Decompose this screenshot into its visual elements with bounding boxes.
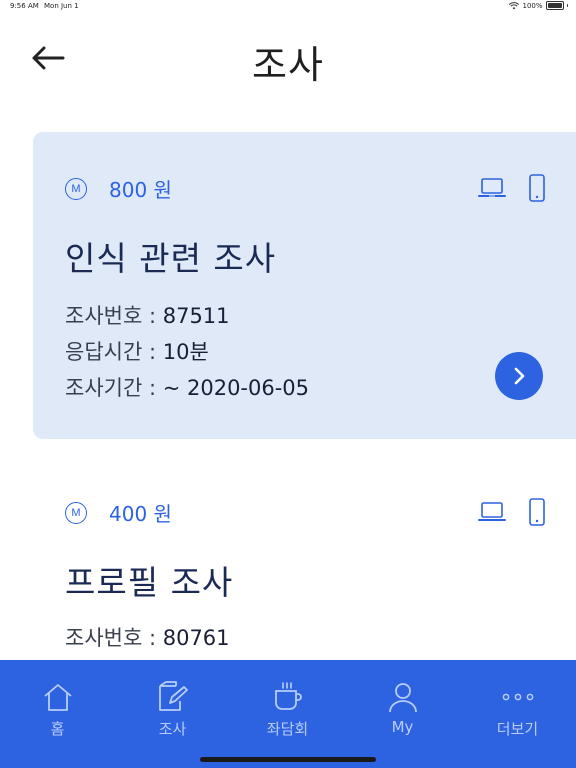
- survey-number-label: 조사번호 :: [65, 304, 163, 328]
- survey-card[interactable]: M 800 원 인식 관련 조사 조사번호 : 87511 응답시간 : 10분…: [33, 132, 576, 439]
- mobile-icon: [529, 174, 545, 202]
- survey-number-line: 조사번호 : 80761: [65, 622, 230, 652]
- tab-home[interactable]: 홈: [0, 660, 115, 750]
- survey-edit-icon: [158, 681, 188, 711]
- response-time-label: 응답시간 :: [65, 340, 163, 364]
- survey-number-value: 80761: [162, 626, 230, 650]
- tab-survey-label: 조사: [158, 720, 187, 738]
- survey-title: 프로필 조사: [65, 563, 234, 602]
- tab-roundtable[interactable]: 좌담회: [230, 660, 345, 750]
- status-bar: 9:56 AM Mon Jun 1 100%: [0, 0, 576, 14]
- page-title: 조사: [252, 43, 324, 87]
- reward-row: M 800 원: [65, 174, 172, 203]
- survey-title: 인식 관련 조사: [65, 239, 277, 278]
- survey-number-line: 조사번호 : 87511: [65, 300, 230, 330]
- survey-number-label: 조사번호 :: [65, 626, 163, 650]
- survey-period-value: ~ 2020-06-05: [162, 376, 310, 400]
- response-time-line: 응답시간 : 10분: [65, 336, 209, 366]
- person-icon: [388, 683, 417, 713]
- mobile-icon: [529, 498, 545, 526]
- go-survey-button[interactable]: [495, 352, 543, 400]
- reward-amount: 800 원: [109, 178, 172, 202]
- response-time-value: 10분: [162, 340, 209, 364]
- m-coin-icon: M: [65, 177, 87, 200]
- laptop-icon: [478, 502, 506, 521]
- tab-survey[interactable]: 조사: [115, 660, 230, 750]
- tab-more[interactable]: 더보기: [460, 660, 575, 750]
- device-icons: [478, 498, 546, 526]
- tab-my-label: My: [391, 718, 414, 736]
- battery-icon: [545, 1, 564, 10]
- tab-my[interactable]: My: [345, 660, 460, 750]
- reward-amount: 400 원: [109, 502, 172, 526]
- reward-row: M 400 원: [65, 498, 172, 527]
- status-date: Mon Jun 1: [44, 2, 79, 10]
- tab-home-label: 홈: [50, 720, 65, 738]
- status-right: 100%: [509, 1, 568, 10]
- coffee-cup-icon: [274, 682, 302, 710]
- survey-period-label: 조사기간 :: [65, 376, 163, 400]
- home-indicator: [200, 757, 376, 762]
- status-time: 9:56 AM: [10, 2, 39, 10]
- battery-nub: [566, 4, 568, 7]
- home-icon: [43, 684, 72, 711]
- battery-percent: 100%: [522, 1, 543, 10]
- laptop-icon: [478, 178, 506, 197]
- tab-more-label: 더보기: [496, 720, 539, 738]
- survey-card[interactable]: M 400 원 프로필 조사 조사번호 : 80761: [33, 460, 576, 670]
- tab-roundtable-label: 좌담회: [266, 720, 309, 738]
- survey-period-line: 조사기간 : ~ 2020-06-05: [65, 372, 309, 402]
- chevron-right-icon: [514, 367, 525, 385]
- tab-bar: 홈 조사 좌담회 My 더보기: [0, 660, 576, 768]
- survey-number-value: 87511: [162, 304, 230, 328]
- header: 조사: [0, 24, 576, 94]
- m-coin-icon: M: [65, 501, 87, 524]
- device-icons: [478, 174, 546, 202]
- more-dots-icon: [502, 693, 533, 701]
- wifi-icon: [509, 1, 520, 9]
